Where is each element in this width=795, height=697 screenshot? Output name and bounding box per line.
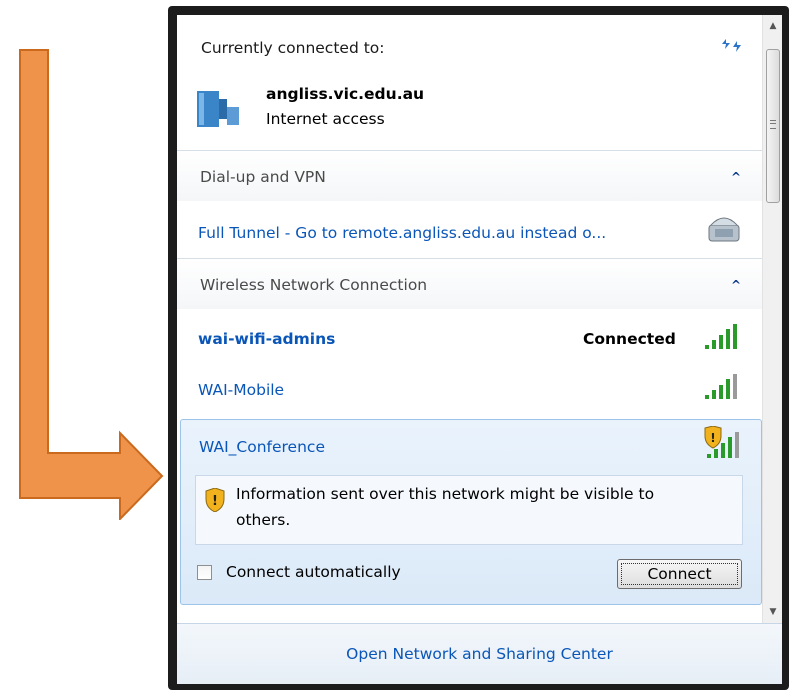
network-name-wai-conference[interactable]: WAI_Conference xyxy=(199,438,325,456)
collapse-chevron-icon: ^ xyxy=(731,278,742,292)
popup-footer: Open Network and Sharing Center xyxy=(177,623,782,684)
vertical-scrollbar[interactable]: ▲ ▼ xyxy=(762,15,782,623)
annotation-arrow xyxy=(19,49,164,520)
network-item-wai-wifi-admins[interactable]: wai-wifi-admins xyxy=(198,330,335,348)
refresh-icon[interactable] xyxy=(720,35,746,55)
dialup-section-header[interactable]: Dial-up and VPN ^ xyxy=(177,151,762,201)
wireless-section-label: Wireless Network Connection xyxy=(200,276,428,294)
domain-network-icon xyxy=(197,91,239,127)
network-item-wai-conference[interactable]: WAI_Conference ! ! Information sent over… xyxy=(180,419,762,605)
collapse-chevron-icon: ^ xyxy=(731,170,742,184)
warning-text-line1: Information sent over this network might… xyxy=(236,485,655,503)
scroll-up-arrow-icon[interactable]: ▲ xyxy=(763,17,783,35)
open-network-sharing-center-link[interactable]: Open Network and Sharing Center xyxy=(177,645,782,663)
connected-network-name: angliss.vic.edu.au xyxy=(266,85,425,103)
warning-text-line2: others. xyxy=(236,511,291,529)
connect-button[interactable]: Connect xyxy=(617,559,742,589)
svg-text:!: ! xyxy=(710,431,715,445)
dialup-phone-icon xyxy=(708,217,740,242)
network-connected-status: Connected xyxy=(583,330,676,348)
security-warning-box: ! Information sent over this network mig… xyxy=(195,475,743,545)
signal-strength-icon xyxy=(705,374,737,399)
svg-text:!: ! xyxy=(212,494,218,509)
connected-heading: Currently connected to: xyxy=(201,39,385,57)
wireless-section-header[interactable]: Wireless Network Connection ^ xyxy=(177,259,762,309)
scroll-thumb[interactable] xyxy=(766,49,780,203)
connect-automatically-checkbox[interactable] xyxy=(197,565,212,580)
connect-button-label: Connect xyxy=(647,565,712,583)
dialup-section-label: Dial-up and VPN xyxy=(200,168,326,186)
scroll-grip-icon xyxy=(770,120,776,129)
warning-shield-icon: ! xyxy=(205,488,225,512)
network-item-wai-mobile[interactable]: WAI-Mobile xyxy=(198,381,284,399)
connect-automatically-label[interactable]: Connect automatically xyxy=(226,563,401,581)
unsecured-signal-icon: ! xyxy=(704,426,739,458)
vpn-item-label[interactable]: Full Tunnel - Go to remote.angliss.edu.a… xyxy=(198,224,606,242)
signal-strength-icon xyxy=(705,324,737,349)
scroll-down-arrow-icon[interactable]: ▼ xyxy=(763,603,783,621)
connected-status: Internet access xyxy=(266,110,385,128)
